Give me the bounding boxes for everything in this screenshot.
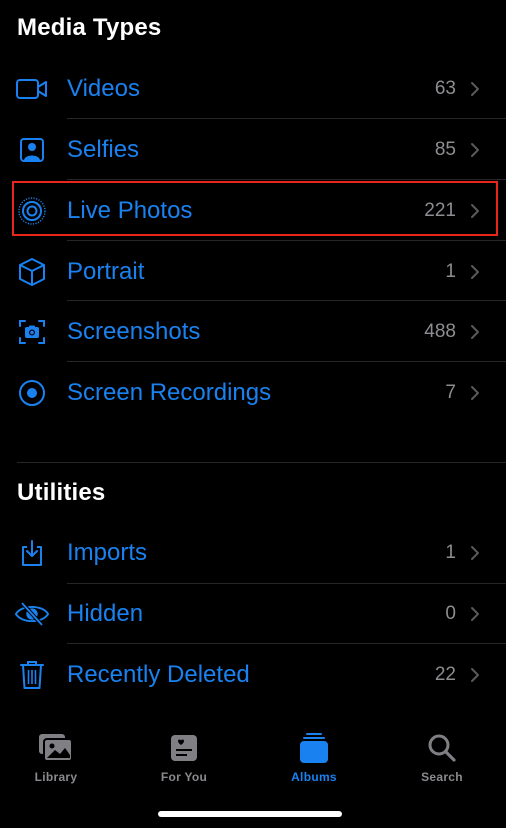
tab-label: Search (421, 770, 463, 784)
chevron-right-icon (471, 264, 479, 279)
cube-icon (14, 254, 50, 290)
selfie-portrait-icon (14, 132, 50, 168)
row-screenshots[interactable]: Screenshots 488 (0, 301, 506, 362)
row-imports[interactable]: Imports 1 (0, 522, 506, 583)
row-count: 63 (434, 77, 456, 99)
row-label: Imports (67, 538, 148, 566)
live-photo-icon (14, 193, 50, 229)
row-count: 1 (445, 260, 456, 282)
row-label: Hidden (67, 599, 144, 627)
row-selfies[interactable]: Selfies 85 (0, 119, 506, 180)
row-count: 221 (424, 199, 456, 221)
row-label: Portrait (67, 257, 145, 285)
tab-library[interactable]: Library (6, 732, 106, 792)
row-label: Videos (67, 74, 140, 102)
tab-label: Library (34, 770, 78, 784)
row-count: 488 (424, 320, 456, 342)
row-label: Screen Recordings (67, 378, 272, 406)
screenshot-camera-icon (14, 314, 50, 350)
chevron-right-icon (471, 324, 479, 339)
tab-for-you[interactable]: For You (134, 732, 234, 792)
tab-albums[interactable]: Albums (264, 732, 364, 792)
row-screen-recordings[interactable]: Screen Recordings 7 (0, 362, 506, 423)
row-videos[interactable]: Videos 63 (0, 58, 506, 119)
row-count: 0 (445, 602, 456, 624)
tab-label: Albums (291, 770, 337, 784)
chevron-right-icon (471, 667, 479, 682)
home-indicator[interactable] (158, 811, 342, 817)
section-title-utilities: Utilities (17, 479, 106, 506)
row-label: Recently Deleted (67, 660, 250, 688)
chevron-right-icon (471, 81, 479, 96)
tab-search[interactable]: Search (392, 732, 492, 792)
row-label: Live Photos (67, 196, 193, 224)
trash-icon (14, 657, 50, 693)
chevron-right-icon (471, 606, 479, 621)
row-recently-deleted[interactable]: Recently Deleted 22 (0, 644, 506, 705)
import-tray-icon (14, 535, 50, 571)
chevron-right-icon (471, 545, 479, 560)
row-portrait[interactable]: Portrait 1 (0, 241, 506, 302)
row-label: Screenshots (67, 317, 201, 345)
photo-library-icon (38, 732, 74, 764)
row-count: 22 (434, 663, 456, 685)
for-you-card-icon (166, 732, 202, 764)
section-title-media-types: Media Types (17, 14, 162, 41)
row-live-photos[interactable]: Live Photos 221 (0, 180, 506, 241)
row-count: 1 (445, 541, 456, 563)
albums-stack-icon (296, 732, 332, 764)
chevron-right-icon (471, 142, 479, 157)
search-icon (424, 732, 460, 764)
record-circle-icon (14, 375, 50, 411)
chevron-right-icon (471, 385, 479, 400)
video-camera-icon (14, 71, 50, 107)
row-count: 85 (434, 138, 456, 160)
section-divider (17, 462, 506, 463)
eye-slash-icon (14, 596, 50, 632)
tab-label: For You (160, 770, 208, 784)
row-hidden[interactable]: Hidden 0 (0, 583, 506, 644)
row-count: 7 (445, 381, 456, 403)
row-label: Selfies (67, 135, 140, 163)
chevron-right-icon (471, 203, 479, 218)
